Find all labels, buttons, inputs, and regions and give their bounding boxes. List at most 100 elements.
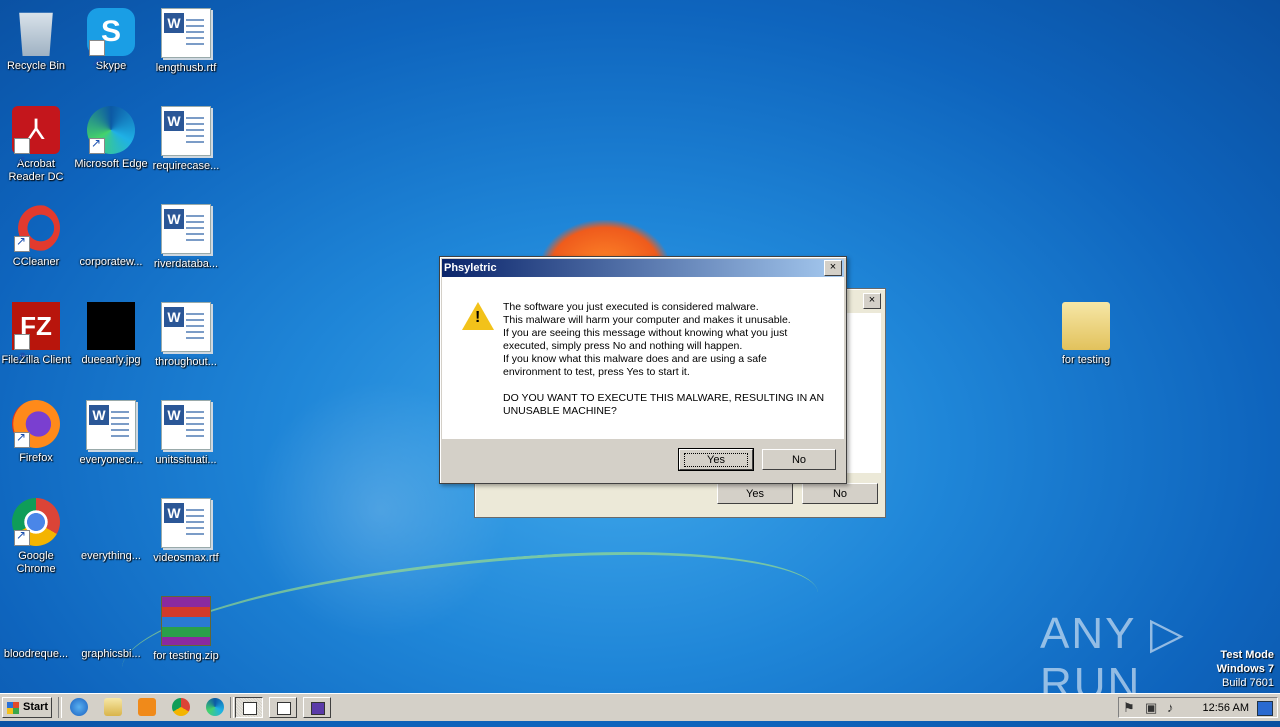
test-mode-notice: Test Mode Windows 7 Build 7601 [1217,648,1274,690]
desktop-icon-label: lengthusb.rtf [155,62,217,74]
message-line: executed, simply press No and nothing wi… [503,340,743,352]
taskbar-window-button[interactable] [303,697,331,718]
shortcut-arrow-icon [89,38,105,86]
explorer-folder-icon[interactable] [104,698,122,716]
taskbar-window-button[interactable] [235,697,263,718]
folder-icon [1062,302,1110,350]
message-line: This malware will harm your computer and… [503,314,791,326]
word-document-icon [161,8,211,58]
dialog-titlebar: Phsyletric × [442,259,844,277]
desktop-icon-dueearly[interactable]: dueearly.jpg [73,302,149,367]
desktop-icon-videosmax[interactable]: videosmax.rtf [148,498,224,565]
desktop-icon-label: CCleaner [12,256,60,268]
desktop-icon-label: dueearly.jpg [81,354,141,366]
window-icon [277,702,291,715]
start-button[interactable]: Start [2,697,52,718]
question-line: DO YOU WANT TO EXECUTE THIS MALWARE, RES… [503,392,825,404]
message-line: The software you just executed is consid… [503,301,759,313]
message-line: If you know what this malware does and a… [503,353,767,365]
clock[interactable]: 12:56 AM [1203,701,1249,715]
test-mode-line: Test Mode [1220,649,1274,661]
dialog-title: Phsyletric [444,262,497,274]
warning-icon: ! [462,302,494,330]
shortcut-arrow-icon [14,430,30,448]
desktop-icon-firefox[interactable]: Firefox [0,400,74,465]
desktop-icon-label: Firefox [19,452,53,464]
filezilla-icon: FZ [12,302,60,380]
desktop-icon-bloodreque[interactable]: bloodreque... [0,596,74,661]
background-no-button[interactable]: No [802,483,878,504]
desktop-icon-label: for testing.zip [153,650,219,662]
desktop-icon-everything[interactable]: everything... [73,498,149,563]
malware-warning-dialog: Phsyletric × ! The software you just exe… [439,256,847,484]
media-player-icon[interactable] [138,698,156,716]
desktop-icon-label: unitssituati... [155,454,217,466]
desktop-icon-label: Skype [95,60,127,72]
recycle-bin-icon [19,12,53,56]
shortcut-arrow-icon [14,332,30,380]
blank-file-icon [12,596,60,644]
desktop-icon-requirecase[interactable]: requirecase... [148,106,224,173]
desktop-icon-label: graphicsbi... [81,648,141,660]
desktop-icon-lengthusb[interactable]: lengthusb.rtf [148,8,224,75]
yes-button[interactable]: Yes [678,448,754,471]
desktop-icon-skype[interactable]: S Skype [73,8,149,86]
action-center-flag-icon[interactable]: ⚑ [1123,701,1135,715]
desktop-icon-label: riverdataba... [153,258,219,270]
desktop-icon-recycle-bin[interactable]: Recycle Bin [0,8,74,73]
dialog-close-button[interactable]: × [824,260,842,276]
blank-file-icon [87,498,135,546]
desktop-icon-label: for testing [1061,354,1111,366]
desktop-icon-edge[interactable]: Microsoft Edge [73,106,149,171]
desktop-icon-for-testing-folder[interactable]: for testing [1048,302,1124,367]
window-icon [243,702,257,715]
edge-taskbar-icon[interactable] [206,698,224,716]
chrome-taskbar-icon[interactable] [172,698,190,716]
background-dialog-close-button[interactable]: × [863,293,881,309]
no-button[interactable]: No [762,449,836,470]
dialog-message: The software you just executed is consid… [503,301,833,418]
desktop-icon-label: everyonecr... [79,454,143,466]
message-line: If you are seeing this message without k… [503,327,788,339]
skype-icon: S [87,8,135,86]
desktop-icon-label: requirecase... [152,160,220,172]
desktop-icon-label: Acrobat Reader DC [8,158,64,183]
network-icon[interactable]: ▣ [1145,701,1157,715]
desktop-icon-ccleaner[interactable]: CCleaner [0,204,74,269]
desktop-icon-acrobat[interactable]: ⅄ Acrobat Reader DC [0,106,74,184]
desktop-icon-unitssituati[interactable]: unitssituati... [148,400,224,467]
word-document-icon [161,302,211,352]
word-document-icon [161,106,211,156]
taskbar: Start ⚑ ▣ ♪ 12:56 AM [0,693,1280,721]
desktop-icon-chrome[interactable]: Google Chrome [0,498,74,576]
desktop-icon-everyonecr[interactable]: everyonecr... [73,400,149,467]
chrome-icon [12,498,60,546]
winrar-archive-icon [161,596,211,646]
desktop-icon-label: Recycle Bin [6,60,66,72]
build-line: Build 7601 [1222,677,1274,689]
volume-icon[interactable]: ♪ [1167,701,1174,715]
shortcut-arrow-icon [89,136,105,154]
desktop-icon-riverdataba[interactable]: riverdataba... [148,204,224,271]
desktop-icon-throughout[interactable]: throughout... [148,302,224,369]
desktop-icon-for-testing-zip[interactable]: for testing.zip [148,596,224,663]
firefox-icon [12,400,60,448]
desktop-icon-filezilla[interactable]: FZ FileZilla Client [0,302,74,380]
blank-file-icon [87,596,135,644]
internet-explorer-icon[interactable] [70,698,88,716]
desktop-icon-corporatew[interactable]: corporatew... [73,204,149,269]
show-desktop-icon[interactable] [1257,701,1273,716]
shortcut-arrow-icon [14,136,30,184]
desktop-icon-label: bloodreque... [3,648,69,660]
word-document-icon [86,400,136,450]
dialog-body: ! The software you just executed is cons… [442,277,844,439]
background-yes-button[interactable]: Yes [717,483,793,504]
desktop-icon-label: corporatew... [79,256,143,268]
ccleaner-icon [12,204,60,252]
taskbar-window-button[interactable] [269,697,297,718]
blank-file-icon [87,204,135,252]
desktop-icon-label: Microsoft Edge [74,158,148,170]
desktop-icon-graphicsbi[interactable]: graphicsbi... [73,596,149,661]
desktop-icon-label: Google Chrome [16,550,56,575]
desktop-icon-label: videosmax.rtf [153,552,219,564]
